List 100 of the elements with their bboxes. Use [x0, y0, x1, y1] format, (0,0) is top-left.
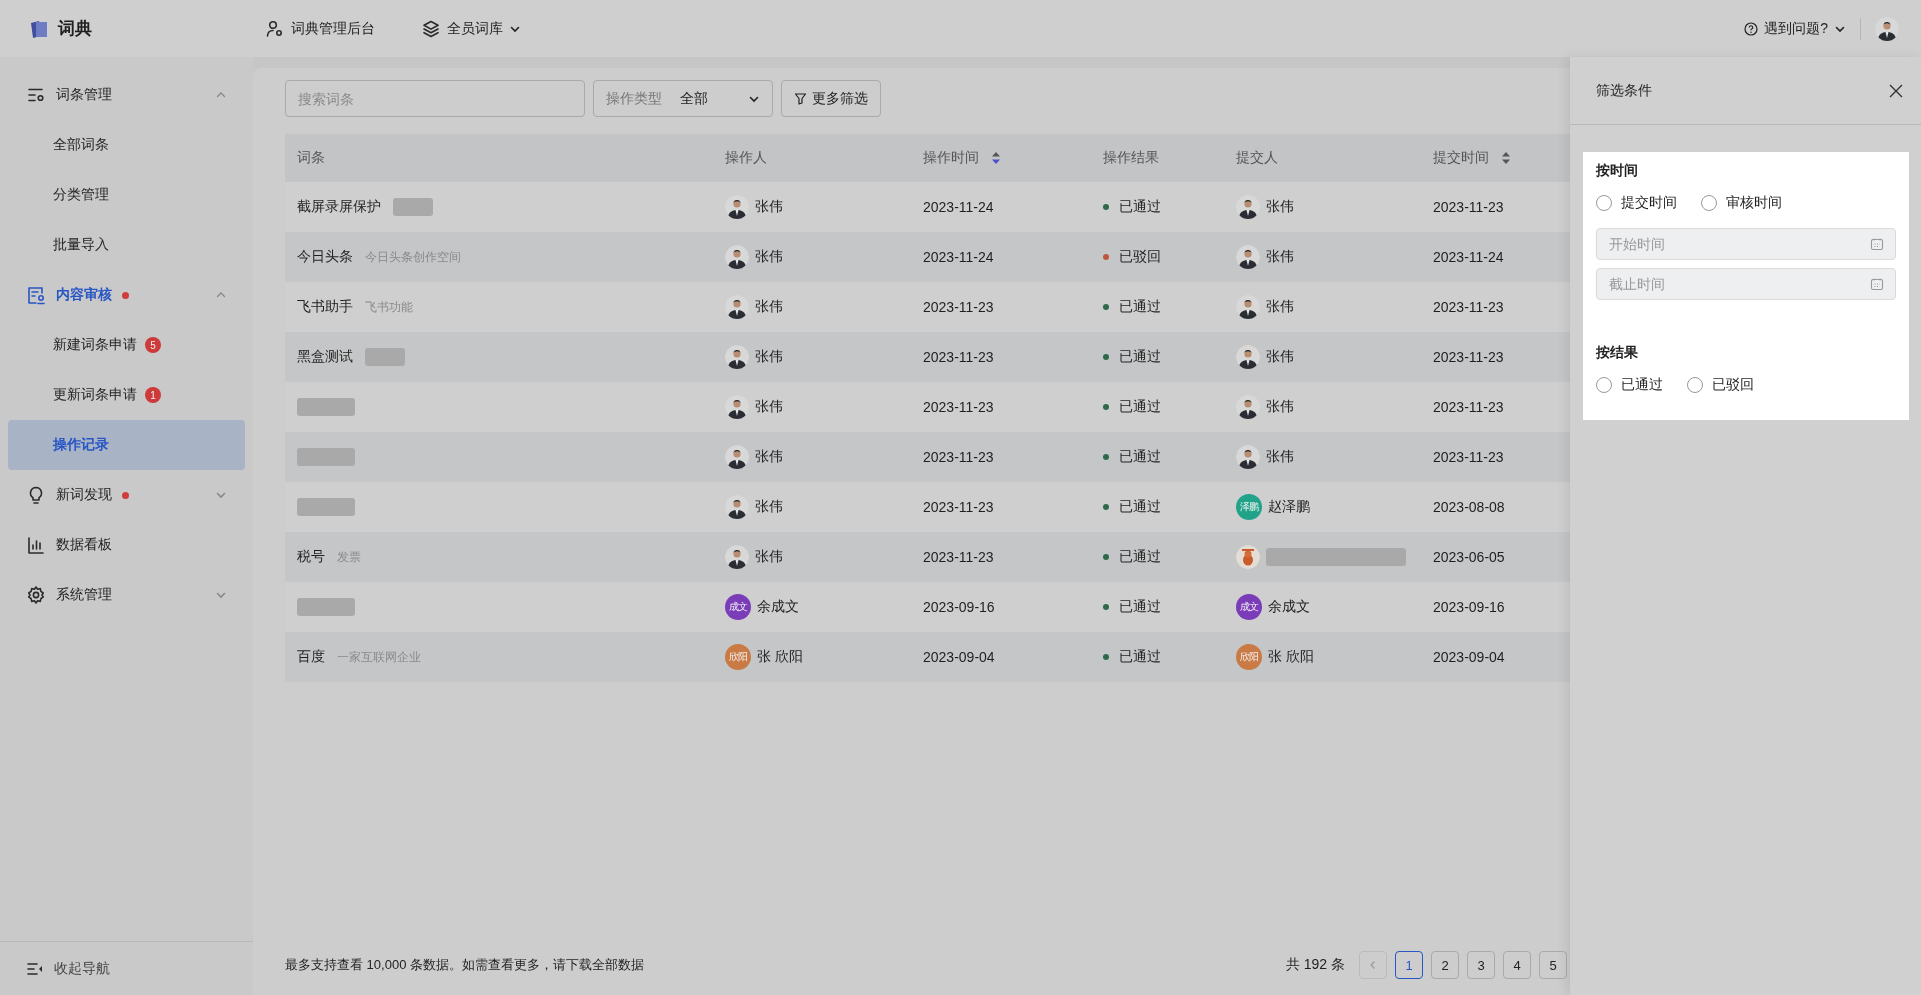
person-name: 张伟 — [755, 448, 783, 466]
date-text: 2023-11-23 — [1433, 299, 1504, 315]
radio-option[interactable]: 已驳回 — [1687, 376, 1754, 394]
page-button[interactable]: 2 — [1431, 951, 1459, 979]
date-field[interactable]: 开始时间 — [1596, 228, 1896, 260]
person-gear-icon — [265, 18, 285, 39]
avatar-badge: 欣阳 — [725, 644, 751, 670]
term-name: 今日头条 — [297, 248, 353, 266]
nav-item[interactable]: 全员词库 — [421, 18, 521, 39]
date-field[interactable]: 截止时间 — [1596, 268, 1896, 300]
person-name: 张伟 — [1266, 348, 1294, 366]
column-header[interactable]: 操作时间 — [923, 149, 979, 167]
submenu-item[interactable]: 全部词条 — [53, 136, 109, 154]
drawer-title: 筛选条件 — [1596, 81, 1652, 100]
select-value: 全部 — [680, 89, 708, 108]
date-text: 2023-09-16 — [923, 599, 995, 615]
term-note: 今日头条创作空间 — [365, 248, 461, 266]
term-name: 百度 — [297, 648, 325, 666]
menu-item[interactable]: 系统管理 — [8, 570, 245, 620]
column-header: 提交人 — [1236, 149, 1278, 167]
date-text: 2023-11-23 — [1433, 399, 1504, 415]
status-text: 已通过 — [1119, 398, 1161, 416]
count-badge: 5 — [145, 337, 161, 353]
nav-item[interactable]: 词典管理后台 — [265, 18, 375, 39]
person-name: 张 欣阳 — [1268, 648, 1314, 666]
term-note: 飞书功能 — [365, 298, 413, 316]
term-name: 截屏录屏保护 — [297, 198, 381, 216]
date-text: 2023-08-08 — [1433, 499, 1505, 515]
date-text: 2023-11-23 — [923, 499, 994, 515]
status-text: 已通过 — [1119, 348, 1161, 366]
date-text: 2023-11-23 — [1433, 449, 1504, 465]
status-text: 已通过 — [1119, 548, 1161, 566]
date-text: 2023-11-23 — [1433, 199, 1504, 215]
status-text: 已通过 — [1119, 498, 1161, 516]
page-button[interactable]: 3 — [1467, 951, 1495, 979]
select-label: 操作类型 — [606, 89, 662, 108]
menu-item[interactable]: 内容审核 — [8, 270, 245, 320]
status-text: 已通过 — [1119, 448, 1161, 466]
person-name: 余成文 — [1268, 598, 1310, 616]
chevron-left-icon — [1369, 960, 1377, 970]
person-name: 张 欣阳 — [757, 648, 803, 666]
page-button[interactable]: 4 — [1503, 951, 1531, 979]
submenu-item[interactable]: 更新词条申请 — [53, 386, 137, 404]
person-name: 张伟 — [1266, 198, 1294, 216]
section-title: 按时间 — [1596, 162, 1639, 180]
app-name: 词典 — [58, 18, 92, 40]
section-title: 按结果 — [1596, 344, 1639, 362]
search-field[interactable]: 搜索词条 — [285, 80, 585, 117]
menu-item[interactable]: 数据看板 — [8, 520, 245, 570]
date-text: 2023-09-04 — [923, 649, 995, 665]
count-badge: 1 — [145, 387, 161, 403]
person-name: 张伟 — [755, 348, 783, 366]
page-button[interactable]: 1 — [1395, 951, 1423, 979]
submenu-item[interactable]: 批量导入 — [53, 236, 109, 254]
term-name: 黑盒测试 — [297, 348, 353, 366]
status-text: 已通过 — [1119, 598, 1161, 616]
user-avatar-icon[interactable] — [1875, 16, 1899, 41]
person-name: 张伟 — [755, 198, 783, 216]
radio-option[interactable]: 审核时间 — [1701, 194, 1782, 212]
date-text: 2023-11-23 — [923, 399, 994, 415]
submenu-item[interactable]: 新建词条申请 — [53, 336, 137, 354]
submenu-item[interactable]: 分类管理 — [53, 186, 109, 204]
help-button[interactable]: 遇到问题? — [1744, 19, 1846, 38]
date-text: 2023-11-24 — [1433, 249, 1504, 265]
radio-option[interactable]: 已通过 — [1596, 376, 1663, 394]
date-text: 2023-09-04 — [1433, 649, 1505, 665]
gear-icon — [26, 585, 46, 605]
person-name: 赵泽鹏 — [1268, 498, 1310, 516]
avatar-badge: 成文 — [725, 594, 751, 620]
person-name: 张伟 — [1266, 398, 1294, 416]
person-name: 张伟 — [1266, 248, 1294, 266]
menu-item[interactable]: 新词发现 — [8, 470, 245, 520]
person-name: 张伟 — [755, 398, 783, 416]
date-text: 2023-11-23 — [923, 549, 994, 565]
column-header[interactable]: 提交时间 — [1433, 149, 1489, 167]
date-text: 2023-06-05 — [1433, 549, 1505, 565]
person-name: 余成文 — [757, 598, 799, 616]
date-text: 2023-11-24 — [923, 199, 994, 215]
date-text: 2023-11-23 — [923, 299, 994, 315]
calendar-icon — [1870, 277, 1884, 291]
column-header: 词条 — [297, 149, 325, 167]
avatar-badge: 欣阳 — [1236, 644, 1262, 670]
filter-icon — [794, 92, 807, 105]
bar-chart-icon — [26, 535, 46, 555]
column-header: 操作人 — [725, 149, 767, 167]
person-name: 张伟 — [755, 498, 783, 516]
date-text: 2023-11-23 — [923, 449, 994, 465]
term-name: 税号 — [297, 548, 325, 566]
avatar-badge: 泽鹏 — [1236, 494, 1262, 520]
more-filters-button[interactable]: 更多筛选 — [781, 80, 881, 117]
operation-type-select[interactable]: 操作类型 全部 — [593, 80, 773, 117]
avatar-badge: 成文 — [1236, 594, 1262, 620]
page-button[interactable]: 5 — [1539, 951, 1567, 979]
person-name: 张伟 — [755, 298, 783, 316]
close-button[interactable] — [1888, 82, 1904, 99]
radio-option[interactable]: 提交时间 — [1596, 194, 1677, 212]
status-text: 已驳回 — [1119, 248, 1161, 266]
calendar-icon — [1870, 237, 1884, 251]
total-count: 共 192 条 — [1285, 956, 1345, 974]
menu-item[interactable]: 词条管理 — [8, 70, 245, 120]
